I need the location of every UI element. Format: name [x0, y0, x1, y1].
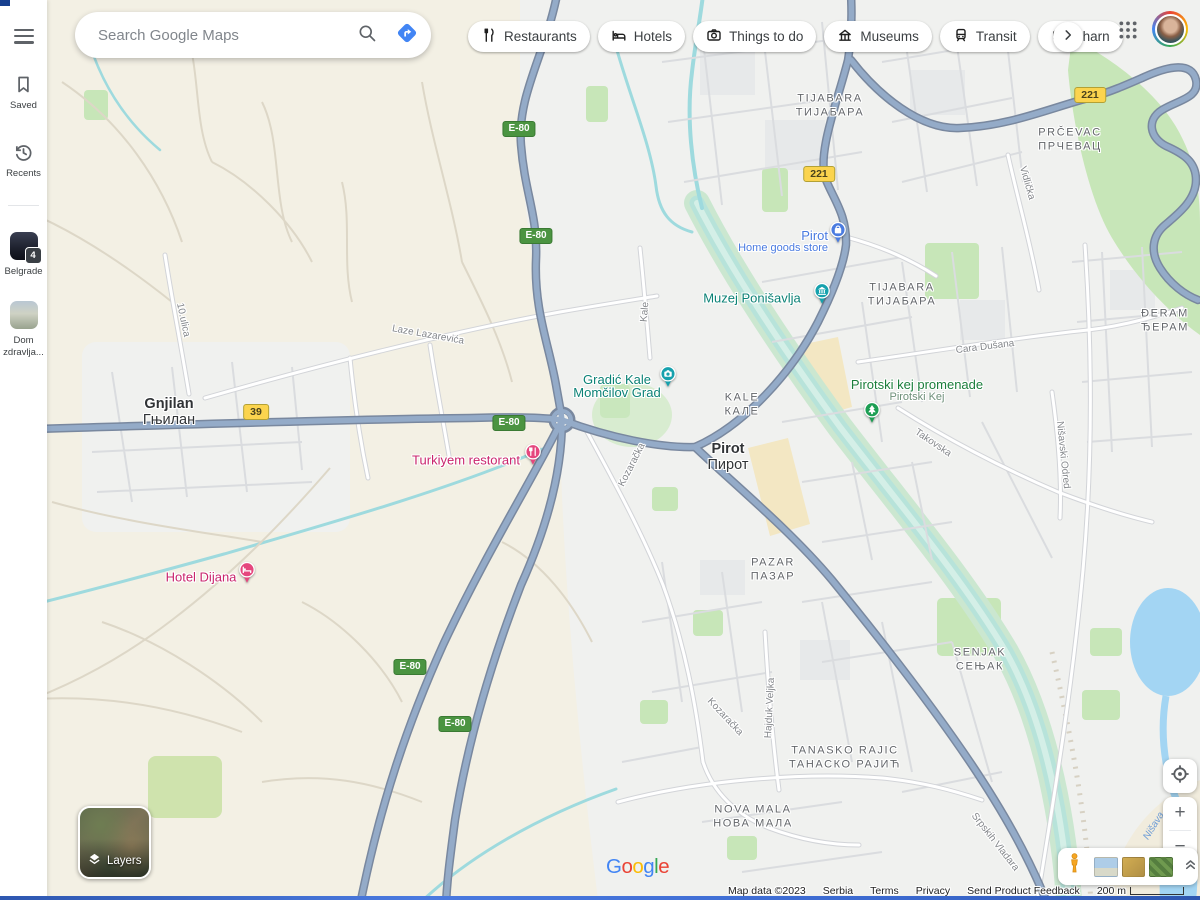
route-badge-39: 39 [243, 404, 269, 420]
town-label-pirot: PirotПирот [708, 441, 749, 473]
route-badge-e80: E-80 [438, 716, 471, 732]
chip-hotels[interactable]: Hotels [598, 21, 685, 52]
store-pin-icon[interactable] [830, 222, 847, 249]
district-label: PAZARПАЗАР [751, 557, 795, 584]
museum-icon [837, 27, 860, 46]
chip-museums[interactable]: Museums [824, 21, 932, 52]
district-label: ĐERAMЂЕРАМ [1141, 308, 1189, 335]
district-label: TANASKO RAJICТАНАСКО РАЈИЋ [789, 745, 901, 772]
count-badge: 4 [25, 247, 42, 264]
district-label: TIJABARAТИЈАБАРА [796, 93, 865, 120]
chip-label: Things to do [729, 29, 803, 44]
category-chips: Restaurants Hotels Things to do Museums … [468, 21, 1123, 52]
sidebar-item-label: Saved [0, 100, 47, 111]
shortcut-label: Belgrade [0, 266, 47, 277]
belgrade-thumbnail: 4 [10, 232, 38, 260]
apps-grid-icon [1118, 27, 1138, 44]
scale-bar [1130, 887, 1184, 895]
zoom-in-button[interactable]: + [1163, 797, 1197, 830]
route-badge-221: 221 [1074, 87, 1106, 103]
search-input[interactable] [96, 26, 347, 45]
history-icon [13, 150, 34, 167]
shortcut-label: Dom zdravlja... [1, 335, 47, 358]
google-apps-button[interactable] [1118, 20, 1138, 40]
my-location-button[interactable] [1163, 759, 1197, 793]
park-pin-icon[interactable] [864, 402, 881, 429]
menu-button[interactable] [0, 25, 47, 44]
district-label: KALEКАЛЕ [725, 392, 760, 419]
poi-label-turkiyem[interactable]: Turkiyem restorant [412, 454, 520, 467]
sidebar-divider [8, 205, 39, 206]
district-label: NOVA MALAНОВА МАЛА [713, 804, 793, 831]
account-avatar[interactable] [1152, 11, 1188, 47]
window-edge [0, 896, 1200, 900]
layers-icon [87, 852, 102, 870]
window-edge [0, 0, 10, 6]
district-label: TIJABARAТИЈАБАРА [868, 282, 937, 309]
directions-button[interactable] [387, 15, 427, 55]
search-bar [75, 12, 431, 58]
restaurants-icon [481, 27, 504, 46]
avatar-photo [1155, 14, 1186, 45]
search-icon [357, 23, 377, 48]
dom-zdravlja-thumbnail [10, 301, 38, 329]
imagery-thumbnail[interactable] [1094, 857, 1118, 877]
chips-next-button[interactable] [1053, 22, 1083, 52]
transit-icon [953, 27, 976, 46]
poi-label-pirot-store[interactable]: PirotHome goods store [738, 229, 828, 255]
imagery-panel [1058, 848, 1198, 885]
bookmark-icon [13, 82, 34, 99]
chevron-right-icon [1061, 28, 1075, 47]
my-location-icon [1169, 763, 1191, 790]
attraction-pin-icon[interactable] [660, 366, 677, 393]
chip-transit[interactable]: Transit [940, 21, 1030, 52]
pegman-icon[interactable] [1066, 852, 1083, 881]
imagery-thumbnail[interactable] [1149, 857, 1173, 877]
sidebar-shortcut-belgrade[interactable]: 4 Belgrade [0, 232, 47, 277]
chip-label: Transit [976, 29, 1017, 44]
sidebar-item-recents[interactable]: Recents [0, 142, 47, 179]
map-render [0, 0, 1200, 900]
route-badge-221: 221 [803, 166, 835, 182]
route-badge-e80: E-80 [492, 415, 525, 431]
street-label: Kale [639, 302, 652, 323]
route-badge-e80: E-80 [519, 228, 552, 244]
district-label: PRČEVACПРЧЕВАЦ [1038, 127, 1102, 154]
poi-label-muzej-ponisavlja[interactable]: Muzej Ponišavlja [703, 292, 801, 305]
hotel-pin-icon[interactable] [239, 562, 256, 589]
chip-label: Museums [860, 29, 919, 44]
collapse-chevron-icon[interactable] [1183, 856, 1198, 877]
directions-icon [394, 20, 420, 51]
route-badge-e80: E-80 [502, 121, 535, 137]
camera-icon [706, 27, 729, 46]
poi-label-hotel-dijana[interactable]: Hotel Dijana [166, 571, 237, 584]
sidebar-item-saved[interactable]: Saved [0, 74, 47, 111]
google-maps-app: TIJABARAТИЈАБАРА PRČEVACПРЧЕВАЦ TIJABARA… [0, 0, 1200, 900]
map-canvas[interactable]: TIJABARAТИЈАБАРА PRČEVACПРЧЕВАЦ TIJABARA… [0, 0, 1200, 900]
sidebar-item-label: Recents [0, 168, 47, 179]
hotels-icon [611, 27, 634, 46]
poi-label-pirotski-kej[interactable]: Pirotski kej promenadePirotski Kej [851, 378, 983, 404]
sidebar-shortcut-dom-zdravlja[interactable]: Dom zdravlja... [0, 301, 47, 358]
route-badge-e80: E-80 [393, 659, 426, 675]
chip-restaurants[interactable]: Restaurants [468, 21, 590, 52]
district-label: SENJAKСЕЊАК [954, 647, 1006, 674]
imagery-thumbnail[interactable] [1122, 857, 1146, 877]
layers-button[interactable]: Layers [78, 806, 151, 879]
chip-label: Hotels [634, 29, 672, 44]
restaurant-pin-icon[interactable] [525, 444, 542, 471]
search-button[interactable] [347, 15, 387, 55]
sidebar: Saved Recents 4 Belgrade Dom zdravlja... [0, 0, 47, 900]
museum-pin-icon[interactable] [814, 283, 831, 310]
poi-label-gradic-kale[interactable]: Gradić KaleMomčilov Grad [573, 373, 660, 399]
google-logo: Google [606, 855, 669, 879]
town-label-gnjilan: GnjilanГњилан [143, 396, 195, 428]
layers-label: Layers [107, 855, 142, 867]
chip-things-to-do[interactable]: Things to do [693, 21, 816, 52]
chip-label: Restaurants [504, 29, 577, 44]
